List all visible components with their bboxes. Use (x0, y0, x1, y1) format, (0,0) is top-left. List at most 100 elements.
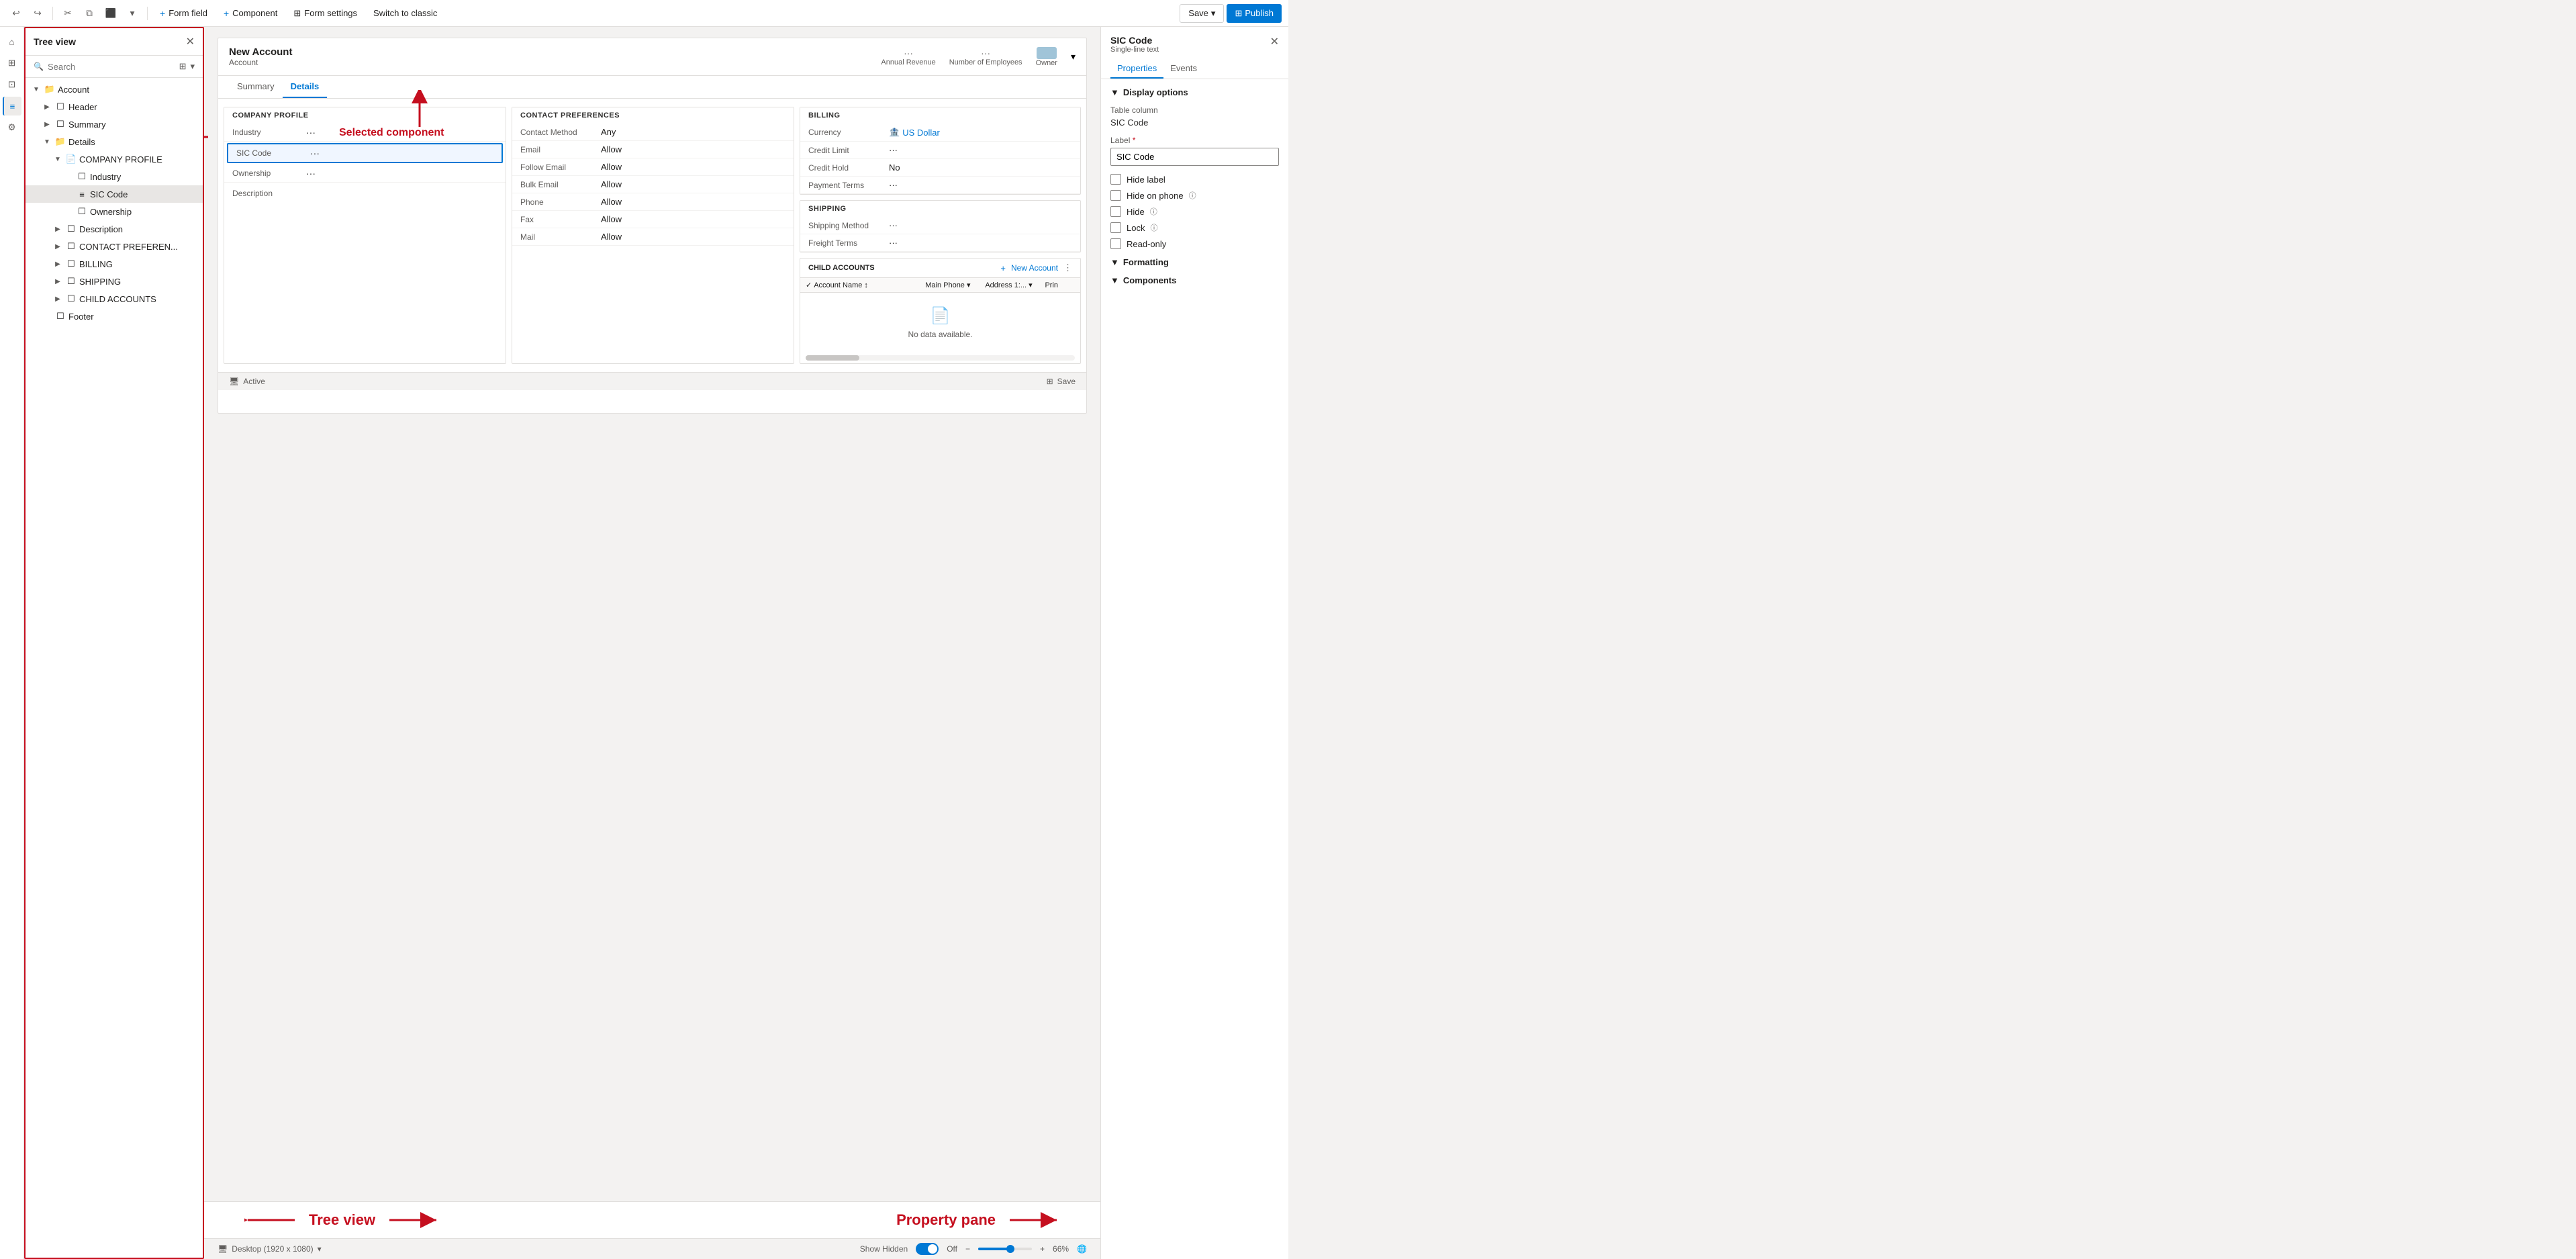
footer-page-icon: ☐ (55, 311, 66, 322)
label-input[interactable] (1110, 148, 1279, 166)
payment-terms-row: Payment Terms ··· (800, 177, 1080, 194)
contact-method-value: Any (601, 127, 785, 137)
payment-terms-label: Payment Terms (808, 181, 889, 190)
follow-email-row: Follow Email Allow (512, 158, 794, 176)
form-editor-area: New Account Account ··· Annual Revenue ·… (204, 27, 1100, 1259)
save-label: Save (1188, 8, 1208, 18)
tree-item-account[interactable]: ▼ 📁 Account (26, 81, 203, 98)
property-pane-annotation-container: Property pane (896, 1210, 1060, 1230)
lock-checkbox[interactable] (1110, 222, 1121, 233)
sic-code-row[interactable]: SIC Code ··· (227, 143, 503, 163)
credit-hold-value: No (889, 162, 1072, 173)
child-accounts-scrollbar[interactable] (806, 355, 1075, 361)
zoom-minus[interactable]: − (965, 1244, 970, 1254)
tree-item-details[interactable]: ▼ 📁 Details (26, 133, 203, 150)
property-pane: SIC Code Single-line text ✕ Properties E… (1100, 27, 1288, 1259)
save-split-button[interactable]: Save ▾ (1180, 4, 1224, 23)
property-pane-annotation-label: Property pane (896, 1211, 996, 1229)
hide-on-phone-checkbox[interactable] (1110, 190, 1121, 201)
tree-item-shipping[interactable]: ▶ ☐ SHIPPING (26, 273, 203, 290)
new-account-label[interactable]: New Account (1011, 263, 1058, 273)
undo-button[interactable]: ↩ (7, 4, 26, 23)
copy-button[interactable]: ⧉ (80, 4, 99, 23)
mail-label: Mail (520, 232, 601, 242)
phone-value: Allow (601, 197, 785, 207)
tree-chevron-icon[interactable]: ▾ (190, 61, 195, 72)
paste-button[interactable]: ⬛ (101, 4, 120, 23)
tree-item-header[interactable]: ▶ ☐ Header (26, 98, 203, 115)
components-section-header[interactable]: ▼ Components (1110, 275, 1279, 285)
hide-label-checkbox[interactable] (1110, 174, 1121, 185)
fax-row: Fax Allow (512, 211, 794, 228)
toggle-track (916, 1243, 939, 1255)
tree-item-contact-preferences[interactable]: ▶ ☐ CONTACT PREFEREN... (26, 238, 203, 255)
prop-title-group: SIC Code Single-line text (1110, 35, 1159, 54)
prop-tab-properties[interactable]: Properties (1110, 59, 1163, 79)
hide-text: Hide (1127, 207, 1145, 217)
currency-icon: 🏦 (889, 127, 900, 138)
tree-item-description[interactable]: ▶ ☐ Description (26, 220, 203, 238)
tab-summary[interactable]: Summary (229, 76, 283, 98)
desktop-chevron[interactable]: ▾ (318, 1244, 322, 1254)
sidebar-apps-icon[interactable]: ⊞ (3, 54, 21, 73)
globe-icon: 🌐 (1077, 1244, 1087, 1254)
main-layout: ⌂ ⊞ ⊡ ≡ ⚙ Tree view ✕ 🔍 ⊞ ▾ ▼ 📁 Account … (0, 27, 1288, 1259)
sic-code-field-icon: ≡ (77, 189, 87, 199)
bulk-email-value: Allow (601, 179, 785, 189)
hide-row: Hide ⓘ (1110, 206, 1279, 217)
bottom-annotations-bar: Tree view Property pane (204, 1201, 1100, 1238)
display-options-section-header[interactable]: ▼ Display options (1110, 87, 1279, 97)
form-field-button[interactable]: + Form field (153, 4, 214, 23)
tree-item-child-accounts[interactable]: ▶ ☐ CHILD ACCOUNTS (26, 290, 203, 308)
description-label: Description (79, 224, 123, 234)
sidebar-home-icon[interactable]: ⌂ (3, 32, 21, 51)
check-icon: ✓ (806, 281, 812, 289)
tree-search-input[interactable] (48, 62, 175, 72)
prop-tab-events[interactable]: Events (1163, 59, 1204, 79)
account-label: Account (58, 85, 89, 95)
lock-text: Lock (1127, 223, 1145, 233)
description-expander: ▶ (52, 224, 63, 234)
description-label: Description (232, 189, 273, 198)
tree-item-industry[interactable]: ▶ ☐ Industry (26, 168, 203, 185)
hide-checkbox[interactable] (1110, 206, 1121, 217)
tree-filter-icon[interactable]: ⊞ (179, 61, 187, 72)
zoom-slider[interactable] (978, 1248, 1032, 1250)
switch-classic-button[interactable]: Switch to classic (367, 4, 444, 23)
tree-item-sic-code[interactable]: ▶ ≡ SIC Code (26, 185, 203, 203)
hide-on-phone-info-icon: ⓘ (1189, 190, 1196, 201)
sidebar-settings-icon[interactable]: ⚙ (3, 118, 21, 137)
details-label: Details (68, 137, 95, 147)
cut-button[interactable]: ✂ (58, 4, 77, 23)
more-button[interactable]: ▾ (123, 4, 142, 23)
tree-item-ownership[interactable]: ▶ ☐ Ownership (26, 203, 203, 220)
component-button[interactable]: + Component (217, 4, 284, 23)
no-data-text: No data available. (908, 330, 972, 339)
fax-value: Allow (601, 214, 785, 224)
formatting-section-header[interactable]: ▼ Formatting (1110, 257, 1279, 267)
form-header-dropdown[interactable]: ▾ (1071, 51, 1076, 62)
read-only-checkbox[interactable] (1110, 238, 1121, 249)
redo-button[interactable]: ↪ (28, 4, 47, 23)
prop-close-button[interactable]: ✕ (1270, 35, 1279, 48)
account-expander: ▼ (31, 84, 42, 95)
credit-hold-label: Credit Hold (808, 163, 889, 173)
zoom-plus[interactable]: + (1040, 1244, 1045, 1254)
sidebar-search-icon[interactable]: ⊡ (3, 75, 21, 94)
company-profile-label: COMPANY PROFILE (79, 154, 162, 165)
sidebar-layers-icon[interactable]: ≡ (3, 97, 21, 115)
tab-details[interactable]: Details (283, 76, 328, 98)
tree-item-company-profile[interactable]: ▼ 📄 COMPANY PROFILE (26, 150, 203, 168)
publish-button[interactable]: ⊞ Publish (1227, 4, 1282, 23)
canvas-status-left: 🖥 Active (229, 377, 265, 386)
tree-item-footer[interactable]: ▶ ☐ Footer (26, 308, 203, 325)
sic-code-field-value: ··· (310, 148, 493, 158)
tree-item-billing[interactable]: ▶ ☐ BILLING (26, 255, 203, 273)
form-card-header: New Account Account ··· Annual Revenue ·… (218, 38, 1086, 76)
form-settings-button[interactable]: ⊞ Form settings (287, 4, 364, 23)
more-options-icon[interactable]: ⋮ (1063, 263, 1072, 273)
tree-close-button[interactable]: ✕ (186, 35, 195, 48)
toggle-switch[interactable] (916, 1243, 939, 1255)
no-data-container: 📄 No data available. (800, 293, 1080, 353)
tree-item-summary[interactable]: ▶ ☐ Summary (26, 115, 203, 133)
